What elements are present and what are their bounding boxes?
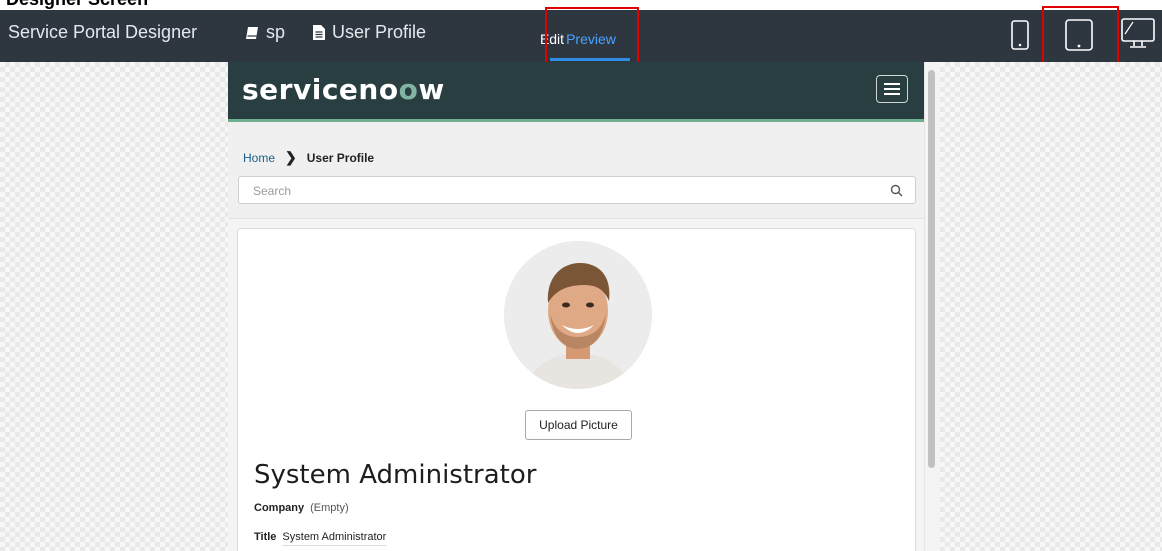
upload-picture-button[interactable]: Upload Picture	[525, 410, 632, 440]
app-title: Service Portal Designer	[8, 22, 198, 42]
title-field: Title System Administrator	[254, 531, 387, 546]
cropped-heading-text: Designer Screen	[6, 0, 148, 10]
title-label: Title	[254, 531, 277, 543]
phone-icon[interactable]	[1010, 19, 1030, 56]
servicenow-logo[interactable]: servicenoow	[242, 73, 445, 106]
search-icon[interactable]	[890, 184, 903, 202]
portal-navbar: servicenoow	[228, 62, 924, 122]
profile-card: Upload Picture System Administrator Comp…	[237, 228, 916, 551]
breadcrumb-bar: Home ❯ User Profile	[228, 122, 924, 219]
hamburger-icon[interactable]	[876, 75, 908, 103]
document-icon	[312, 24, 326, 41]
breadcrumb: Home ❯ User Profile	[243, 149, 374, 166]
portal-preview-frame: servicenoow Home ❯ User Profile Search U…	[228, 62, 940, 551]
avatar	[504, 241, 652, 389]
company-field: Company (Empty)	[254, 502, 349, 514]
breadcrumb-home-link[interactable]: Home	[243, 151, 275, 165]
tablet-highlight-box	[1042, 6, 1119, 67]
search-placeholder: Search	[253, 184, 292, 198]
page-crumb[interactable]: User Profile	[312, 22, 426, 43]
company-label: Company	[254, 502, 305, 514]
chevron-right-icon: ❯	[285, 149, 297, 165]
scrollbar-thumb[interactable]	[928, 70, 935, 468]
page-name: User Profile	[332, 22, 427, 42]
preview-highlight-box	[545, 7, 639, 67]
breadcrumb-current: User Profile	[306, 150, 375, 165]
desktop-icon[interactable]	[1120, 17, 1156, 56]
book-icon	[244, 25, 260, 41]
portal-name: sp	[266, 22, 286, 42]
portal-crumb[interactable]: sp	[244, 22, 285, 43]
company-value[interactable]: (Empty)	[310, 502, 349, 514]
search-input[interactable]: Search	[238, 176, 916, 204]
profile-name: System Administrator	[254, 460, 537, 490]
title-value[interactable]: System Administrator	[282, 531, 387, 546]
